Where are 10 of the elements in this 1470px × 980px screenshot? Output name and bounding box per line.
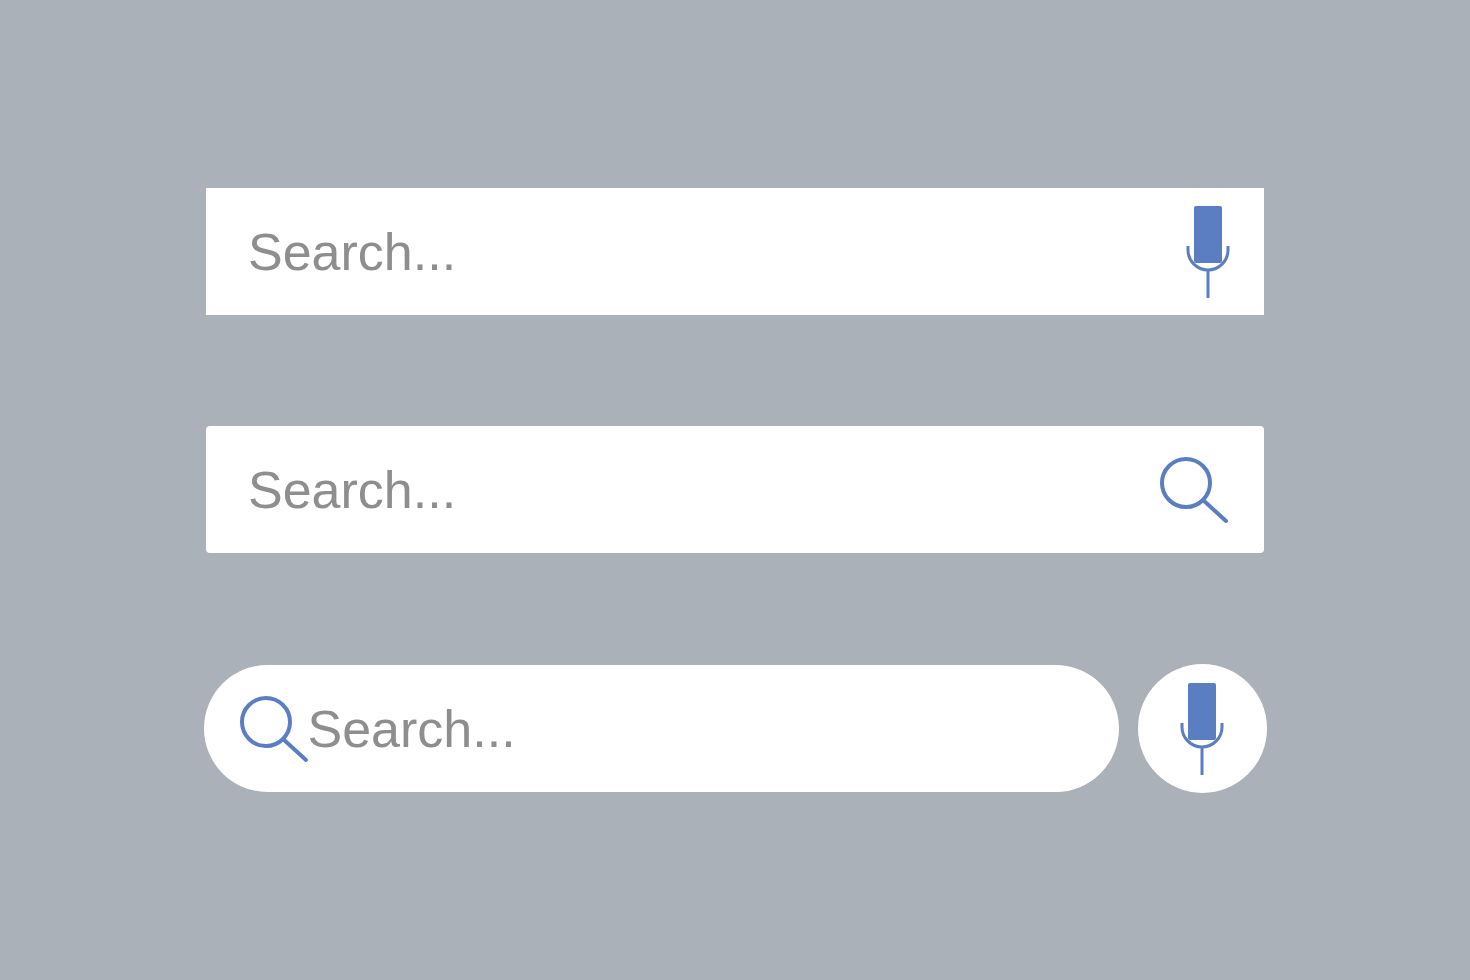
search-input[interactable]: Search... xyxy=(307,698,1079,759)
search-input[interactable]: Search... xyxy=(248,221,1186,282)
microphone-icon[interactable] xyxy=(1180,682,1224,775)
search-input[interactable]: Search... xyxy=(248,459,1158,520)
search-icon[interactable] xyxy=(237,693,310,764)
search-icon[interactable] xyxy=(1158,454,1230,525)
microphone-icon[interactable] xyxy=(1186,205,1230,298)
search-field[interactable]: Search... xyxy=(206,426,1264,553)
search-field[interactable]: Search... xyxy=(206,188,1264,315)
search-field[interactable]: Search... xyxy=(203,665,1119,792)
